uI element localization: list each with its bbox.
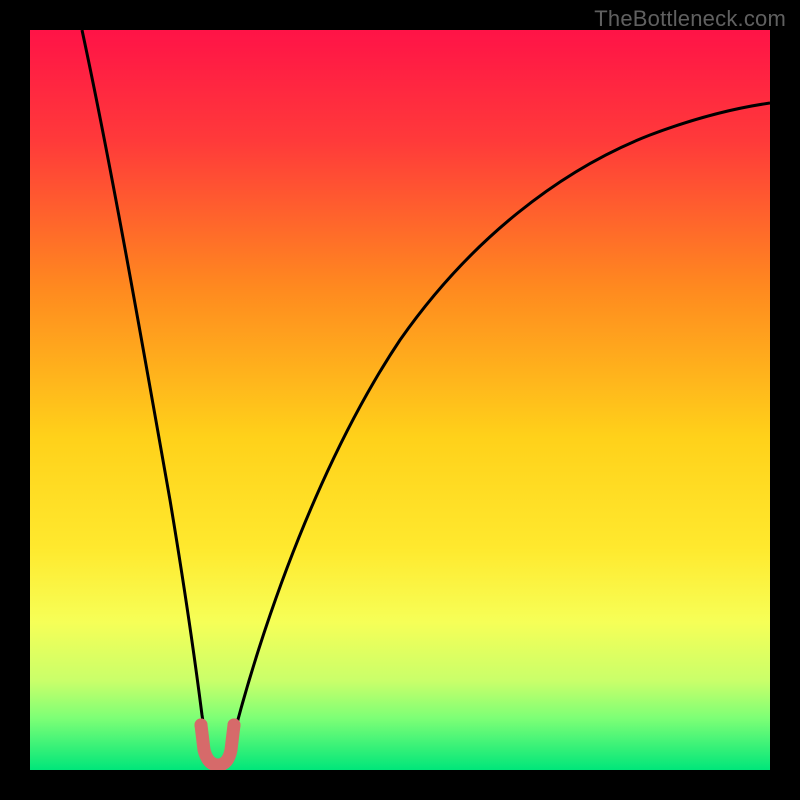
watermark-label: TheBottleneck.com <box>594 6 786 32</box>
plot-area <box>30 30 770 770</box>
chart-frame: TheBottleneck.com <box>0 0 800 800</box>
background-gradient <box>30 30 770 770</box>
